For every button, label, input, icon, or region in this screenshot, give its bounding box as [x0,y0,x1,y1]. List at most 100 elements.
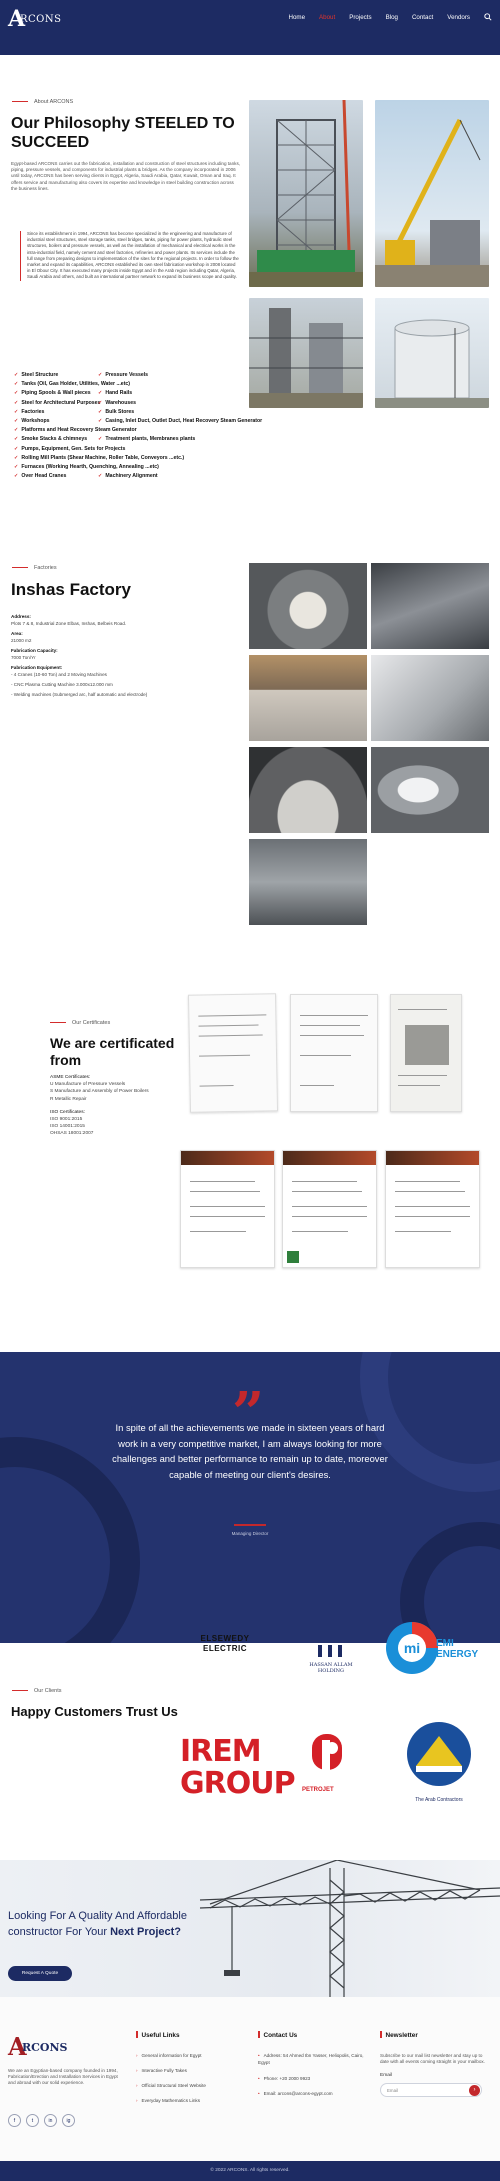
check-icon: ✓ [98,372,103,378]
footer-link[interactable]: General information for Egypt [136,2053,206,2058]
factory-photo [249,563,367,649]
address-value: Plots 7 & 8, Industrial Zone Elbas, Insh… [11,621,127,626]
factory-photo [371,747,489,833]
client-logo-arab-contractors: The Arab Contractors [396,1720,482,1806]
factory-photo [249,747,367,833]
service-item: ✓ Steel for Architectural Purposes [14,399,101,406]
contact-address: Address: 54 Ahmed Ibn Yasser, Heliopolis… [258,2053,368,2066]
certs-section-tag: Our Certificates [50,1020,110,1026]
nav-vendors[interactable]: Vendors [447,14,470,22]
service-item: ✓ Warehouses [98,399,137,406]
certificate-doc[interactable] [180,1150,275,1268]
address-label: Address: [11,614,31,619]
capacity-value: 7000 Ton/Yr [11,655,36,660]
service-item: ✓ Over Head Cranes [14,473,67,480]
clients-section-tag: Our Clients [12,1688,62,1694]
check-icon: ✓ [98,408,103,415]
hassan-allam-icon [318,1645,342,1657]
service-item: ✓ Casing, Inlet Duct, Outlet Duct, Heat R… [98,417,263,424]
footer-newsletter: Newsletter Subscribe to our mail list ne… [380,2031,486,2098]
iso-item: OHSAS 18001:2007 [50,1131,94,1137]
capacity-label: Fabrication Capacity: [11,648,58,653]
svg-text:mi: mi [404,1640,420,1656]
nav-contact[interactable]: Contact [412,14,433,22]
factory-section-tag: Factories [12,565,57,571]
email-label: Email [380,2073,392,2079]
check-icon: ✓ [98,473,103,480]
emi-energy-icon: mi [386,1622,438,1674]
area-label: Area: [11,631,23,636]
newsletter-text: Subscribe to our mail list newsletter an… [380,2053,485,2065]
client-logo-petrojet: PETROJET [302,1734,362,1793]
about-section-tag: About ARCONS [12,99,73,105]
factory-photo [249,839,367,925]
linkedin-icon[interactable]: in [44,2114,57,2127]
certificate-doc[interactable] [290,994,378,1112]
factory-photo [249,655,367,741]
facebook-icon[interactable]: f [8,2114,21,2127]
service-item: ✓ Steel Structure [14,372,59,378]
nav-home[interactable]: Home [289,14,306,22]
certificate-doc[interactable] [390,994,462,1112]
service-item: ✓ Pressure Vessels [98,372,149,378]
client-logo-elsewedy: ELSEWEDY ELECTRIC [200,1634,250,1653]
check-icon: ✓ [14,445,19,452]
photo-steel-structure [249,100,363,287]
service-item: ✓ Workshops [14,417,50,424]
contact-email[interactable]: Email: arcons@arcons-egypt.com [258,2091,368,2096]
nav-projects[interactable]: Projects [349,14,371,22]
check-icon: ✓ [14,381,19,388]
equipment-label: Fabrication Equipment: [11,665,63,670]
iso-item: ISO 9001:2015 [50,1117,83,1123]
nav-blog[interactable]: Blog [386,14,398,22]
check-icon: ✓ [98,436,103,443]
footer-contact: Contact Us Address: 54 Ahmed Ibn Yasser,… [258,2031,368,2106]
footer-link[interactable]: Official Structural Steel Website [136,2083,206,2088]
nav-about[interactable]: About [319,14,335,22]
service-item: ✓ Hand Rails [98,390,133,397]
certificate-doc[interactable] [187,993,279,1113]
certificate-gallery [180,990,500,1290]
footer-logo-wordmark: RCONS [22,2041,68,2054]
check-icon: ✓ [14,473,19,480]
check-icon: ✓ [14,463,19,470]
asme-item: R Metallic Repair [50,1096,87,1102]
about-photo-grid [249,100,489,420]
certificate-doc[interactable] [385,1150,480,1268]
instagram-icon[interactable]: ig [62,2114,75,2127]
clients-title: Happy Customers Trust Us [11,1704,178,1719]
check-icon: ✓ [98,417,103,424]
area-value: 21000 m2 [11,638,32,643]
request-quote-button[interactable]: Request A Quote [8,1966,72,1981]
certificate-doc[interactable] [282,1150,377,1268]
certs-title: We are certificated from [50,1035,175,1068]
asme-label: ASME Certificates: [50,1075,91,1080]
service-item: ✓ Tanks (Oil, Gas Holder, Utilities, Wate… [14,381,131,388]
equipment-item: - Welding machines (Submerged arc, half … [11,692,148,697]
factory-title: Inshas Factory [11,580,131,599]
footer-logo[interactable]: A RCONS [8,2032,78,2062]
service-item: ✓ Furnaces (Working Hearth, Quenching, An… [14,463,159,470]
footer-link[interactable]: Everyday Mathematics Links [136,2098,206,2103]
contact-phone[interactable]: Phone: +20 2000 9923 [258,2076,368,2081]
search-icon[interactable] [484,13,492,21]
service-item: ✓ Treatment plants, Membranes plants [98,436,196,443]
factory-photo [371,655,489,741]
newsletter-title: Newsletter [380,2031,486,2039]
logo[interactable]: A RCONS [8,6,64,32]
subscribe-arrow-icon[interactable]: › [469,2085,480,2097]
site-header: A RCONS Home About Projects Blog Contact… [0,0,500,55]
copyright: © 2022 ARCONS. All rights reserved. [0,2161,500,2181]
useful-links-title: Useful Links [136,2031,206,2039]
testimonial-text: In spite of all the achievements we made… [112,1422,388,1480]
service-item: ✓ Machinery Alignment [98,473,158,480]
check-icon: ✓ [14,390,19,397]
twitter-icon[interactable]: t [26,2114,39,2127]
client-logo-emi-energy: mi EMI ENERGY [384,1620,488,1676]
service-item: ✓ Rolling Mill Plants (Shear Machine, Rol… [14,454,185,461]
check-icon: ✓ [14,408,19,415]
footer-link[interactable]: Interactive Fully Takes [136,2068,206,2073]
factory-info: Address: Plots 7 & 8, Industrial Zone El… [11,613,171,698]
newsletter-email-field[interactable]: Email › [380,2083,482,2098]
service-item: ✓ Piping Spools & Wall pieces [14,390,91,397]
